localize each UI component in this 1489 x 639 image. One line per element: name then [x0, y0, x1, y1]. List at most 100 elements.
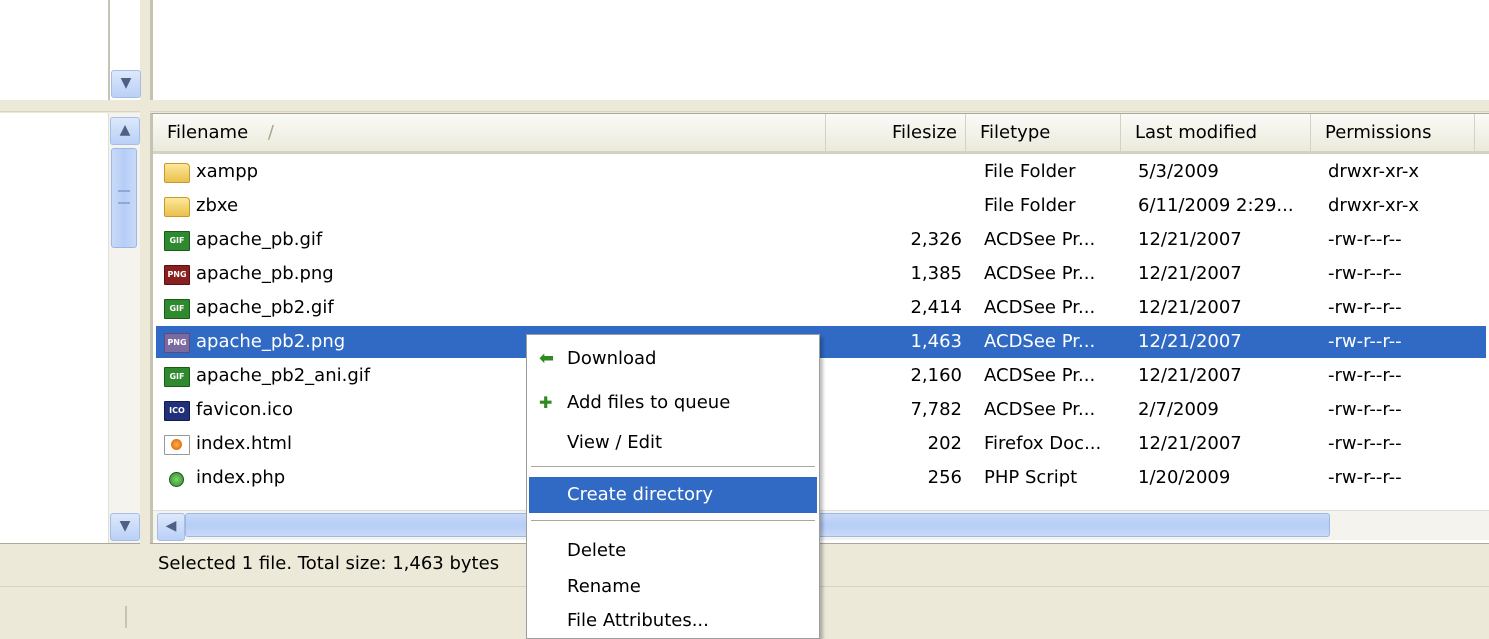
sort-ascending-icon: /	[267, 122, 274, 143]
file-type: File Folder	[984, 195, 1076, 216]
file-row[interactable]: PNG apache_pb.png 1,385 ACDSee Pr... 12/21/2…	[156, 258, 1486, 290]
menu-item-view-edit[interactable]: View / Edit	[529, 425, 817, 461]
file-permissions: -rw-r--r--	[1328, 263, 1402, 284]
file-size: 2,414	[910, 297, 962, 318]
scroll-down-icon[interactable]: ▼	[111, 70, 141, 98]
file-type: ACDSee Pr...	[984, 263, 1096, 284]
file-name: zbxe	[196, 195, 239, 216]
file-permissions: -rw-r--r--	[1328, 297, 1402, 318]
html-file-icon	[164, 435, 190, 455]
scroll-down-icon[interactable]: ▼	[110, 513, 140, 541]
menu-separator	[531, 520, 815, 522]
menu-item-delete[interactable]: Delete	[529, 533, 817, 569]
menu-item-label: Rename	[567, 576, 641, 597]
horizontal-splitter[interactable]	[0, 100, 1489, 112]
file-type: ACDSee Pr...	[984, 399, 1096, 420]
file-size: 2,160	[910, 365, 962, 386]
file-last-modified: 1/20/2009	[1138, 467, 1231, 488]
png-file-icon: PNG	[164, 333, 190, 353]
file-size: 1,385	[910, 263, 962, 284]
column-header-filetype[interactable]: Filetype	[966, 114, 1121, 151]
menu-item-label: Create directory	[567, 484, 714, 505]
add-to-queue-icon: ✚	[539, 393, 553, 412]
file-type: ACDSee Pr...	[984, 229, 1096, 250]
file-last-modified: 12/21/2007	[1138, 229, 1242, 250]
file-name: xampp	[196, 161, 259, 182]
status-bar-separator	[125, 606, 127, 628]
file-size: 2,326	[910, 229, 962, 250]
column-header-filename[interactable]: Filename /	[153, 114, 826, 151]
file-permissions: -rw-r--r--	[1328, 467, 1402, 488]
menu-item-label: Download	[567, 348, 657, 369]
file-last-modified: 12/21/2007	[1138, 433, 1242, 454]
file-row[interactable]: GIF apache_pb.gif 2,326 ACDSee Pr... 12/21/2…	[156, 224, 1486, 256]
file-size: 1,463	[910, 331, 962, 352]
png-file-icon: PNG	[164, 265, 190, 285]
menu-item-add-to-queue[interactable]: ✚ Add files to queue	[529, 385, 817, 421]
folder-icon	[164, 163, 190, 183]
menu-item-create-directory[interactable]: Create directory	[529, 477, 817, 513]
php-file-icon	[164, 469, 188, 487]
column-header-filesize[interactable]: Filesize	[826, 114, 966, 151]
file-last-modified: 5/3/2009	[1138, 161, 1219, 182]
file-permissions: -rw-r--r--	[1328, 331, 1402, 352]
scroll-up-icon[interactable]: ▲	[110, 117, 140, 145]
menu-item-label: View / Edit	[567, 432, 663, 453]
file-permissions: -rw-r--r--	[1328, 365, 1402, 386]
file-last-modified: 12/21/2007	[1138, 365, 1242, 386]
scrollbar-grip-icon	[118, 190, 130, 204]
menu-item-label: Delete	[567, 540, 627, 561]
file-type: ACDSee Pr...	[984, 331, 1096, 352]
menu-item-rename[interactable]: Rename	[529, 569, 817, 605]
column-label: Filename	[167, 122, 249, 143]
file-size: 202	[927, 433, 962, 454]
selection-status-text: Selected 1 file. Total size: 1,463 bytes	[158, 553, 500, 574]
file-permissions: -rw-r--r--	[1328, 229, 1402, 250]
file-last-modified: 12/21/2007	[1138, 263, 1242, 284]
file-row[interactable]: index.php 256 PHP Script 1/20/2009 -rw-r--r-…	[156, 462, 1486, 494]
file-row[interactable]: PNG apache_pb2.png 1,463 ACDSee Pr... 12/21/…	[156, 326, 1486, 358]
file-permissions: drwxr-xr-x	[1328, 161, 1419, 182]
menu-item-label: Add files to queue	[567, 392, 731, 413]
file-size: 7,782	[910, 399, 962, 420]
status-splitter	[140, 543, 150, 585]
file-last-modified: 12/21/2007	[1138, 331, 1242, 352]
download-arrow-icon: ⬅	[539, 348, 555, 369]
file-row[interactable]: GIF apache_pb2.gif 2,414 ACDSee Pr... 12/21/…	[156, 292, 1486, 324]
gif-file-icon: GIF	[164, 367, 190, 387]
menu-item-download[interactable]: ⬅ Download	[529, 341, 817, 377]
file-row[interactable]: ICO favicon.ico 7,782 ACDSee Pr... 2/7/2009-…	[156, 394, 1486, 426]
column-header-permissions[interactable]: Permissions	[1311, 114, 1475, 151]
file-type: ACDSee Pr...	[984, 297, 1096, 318]
column-header-last-modified[interactable]: Last modified	[1121, 114, 1311, 151]
ico-file-icon: ICO	[164, 401, 190, 421]
file-type: PHP Script	[984, 467, 1078, 488]
scroll-left-icon[interactable]: ◀	[157, 513, 185, 541]
file-row[interactable]: xampp File Folder 5/3/2009 drwxr-xr-x	[156, 156, 1486, 188]
menu-separator	[531, 466, 815, 468]
context-menu: ⬅ Download ✚ Add files to queue View / E…	[526, 334, 820, 639]
file-last-modified: 6/11/2009 2:29...	[1138, 195, 1294, 216]
file-permissions: -rw-r--r--	[1328, 399, 1402, 420]
menu-item-label: File Attributes...	[567, 610, 709, 631]
file-name: apache_pb.gif	[196, 229, 323, 250]
file-row[interactable]: GIF apache_pb2_ani.gif 2,160 ACDSee Pr... 12…	[156, 360, 1486, 392]
file-name: apache_pb.png	[196, 263, 334, 284]
folder-icon	[164, 197, 190, 217]
file-last-modified: 2/7/2009	[1138, 399, 1219, 420]
local-dir-tree-scrollbar[interactable]: ▼	[108, 0, 141, 100]
file-name: apache_pb2.gif	[196, 297, 334, 318]
file-size: 256	[927, 467, 962, 488]
gif-file-icon: GIF	[164, 231, 190, 251]
file-type: File Folder	[984, 161, 1076, 182]
file-last-modified: 12/21/2007	[1138, 297, 1242, 318]
file-permissions: -rw-r--r--	[1328, 433, 1402, 454]
menu-item-file-attributes[interactable]: File Attributes...	[529, 603, 817, 639]
file-row[interactable]: zbxe File Folder 6/11/2009 2:29... drwxr-xr…	[156, 190, 1486, 222]
file-type: Firefox Doc...	[984, 433, 1102, 454]
remote-dir-tree	[150, 0, 1489, 100]
file-permissions: drwxr-xr-x	[1328, 195, 1419, 216]
gif-file-icon: GIF	[164, 299, 190, 319]
file-row[interactable]: index.html 202 Firefox Doc... 12/21/2007 -rw…	[156, 428, 1486, 460]
file-type: ACDSee Pr...	[984, 365, 1096, 386]
